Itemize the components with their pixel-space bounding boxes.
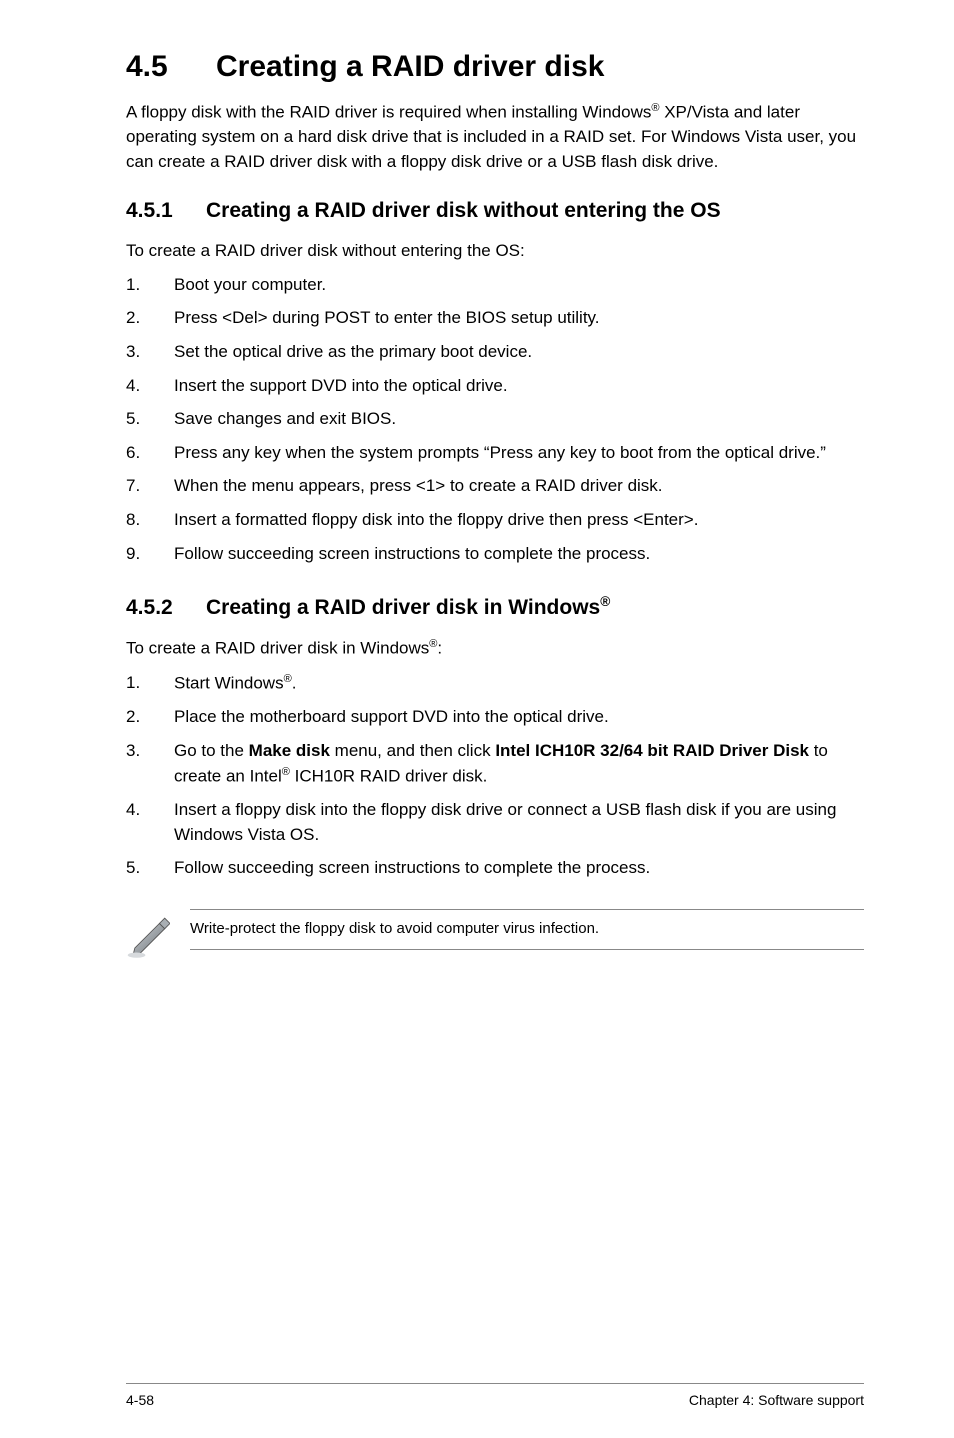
subsection-number: 4.5.1 — [126, 199, 206, 223]
pencil-icon — [126, 909, 170, 959]
intro-paragraph: A floppy disk with the RAID driver is re… — [126, 100, 864, 175]
section-heading: 4.5Creating a RAID driver disk — [126, 50, 864, 84]
lead-post: : — [437, 639, 442, 658]
registered-symbol: ® — [282, 766, 290, 778]
list-text-c: menu, and then click — [330, 741, 495, 760]
section1-list: 1. Boot your computer. 2. Press <Del> duri… — [126, 273, 864, 567]
list-index: 3. — [126, 739, 140, 764]
registered-symbol: ® — [600, 594, 610, 609]
intro-text-1: A floppy disk with the RAID driver is re… — [126, 103, 651, 122]
list-text-f: ICH10R RAID driver disk. — [290, 766, 487, 785]
list-item: 7. When the menu appears, press <1> to cr… — [126, 474, 864, 499]
list-item: 4. Insert the support DVD into the optica… — [126, 374, 864, 399]
list-index: 9. — [126, 542, 140, 567]
list-text: Insert a floppy disk into the floppy dis… — [174, 800, 836, 844]
list-index: 4. — [126, 798, 140, 823]
list-text-a: Go to the — [174, 741, 249, 760]
chapter-label: Chapter 4: Software support — [689, 1392, 864, 1408]
list-text: When the menu appears, press <1> to crea… — [174, 476, 663, 495]
list-text-b: Make disk — [249, 741, 330, 760]
subsection-title-pre: Creating a RAID driver disk in Windows — [206, 596, 600, 619]
list-item: 1. Start Windows®. — [126, 671, 864, 696]
list-text: Press any key when the system prompts “P… — [174, 443, 826, 462]
subsection-heading-1: 4.5.1Creating a RAID driver disk without… — [126, 199, 864, 223]
section2-list: 1. Start Windows®. 2. Place the motherbo… — [126, 671, 864, 881]
list-item: 3. Set the optical drive as the primary b… — [126, 340, 864, 365]
list-text-post: . — [292, 674, 297, 693]
note-text: Write-protect the floppy disk to avoid c… — [190, 909, 864, 950]
list-item: 9. Follow succeeding screen instructions … — [126, 542, 864, 567]
list-index: 5. — [126, 407, 140, 432]
list-index: 1. — [126, 671, 140, 696]
registered-symbol: ® — [284, 673, 292, 685]
note-block: Write-protect the floppy disk to avoid c… — [126, 909, 864, 959]
list-text: Insert the support DVD into the optical … — [174, 376, 508, 395]
list-index: 2. — [126, 705, 140, 730]
subsection-heading-2: 4.5.2Creating a RAID driver disk in Wind… — [126, 594, 864, 620]
list-text: Follow succeeding screen instructions to… — [174, 544, 650, 563]
list-index: 5. — [126, 856, 140, 881]
section2-lead: To create a RAID driver disk in Windows®… — [126, 638, 864, 659]
list-item: 6. Press any key when the system prompts … — [126, 441, 864, 466]
list-text: Boot your computer. — [174, 275, 326, 294]
list-text: Save changes and exit BIOS. — [174, 409, 396, 428]
list-item: 4. Insert a floppy disk into the floppy … — [126, 798, 864, 847]
list-item: 8. Insert a formatted floppy disk into th… — [126, 508, 864, 533]
subsection-title: Creating a RAID driver disk without ente… — [206, 199, 721, 222]
heading-number: 4.5 — [126, 50, 216, 84]
list-text: Place the motherboard support DVD into t… — [174, 707, 609, 726]
list-item: 2. Press <Del> during POST to enter the B… — [126, 306, 864, 331]
list-item: 1. Boot your computer. — [126, 273, 864, 298]
list-text: Set the optical drive as the primary boo… — [174, 342, 532, 361]
list-index: 6. — [126, 441, 140, 466]
list-text: Press <Del> during POST to enter the BIO… — [174, 308, 600, 327]
list-item: 5. Follow succeeding screen instructions… — [126, 856, 864, 881]
section1-lead: To create a RAID driver disk without ent… — [126, 241, 864, 261]
list-text-d: Intel ICH10R 32/64 bit RAID Driver Disk — [495, 741, 809, 760]
list-index: 4. — [126, 374, 140, 399]
list-item: 3. Go to the Make disk menu, and then cl… — [126, 739, 864, 789]
list-index: 1. — [126, 273, 140, 298]
list-text-pre: Start Windows — [174, 674, 284, 693]
list-text: Follow succeeding screen instructions to… — [174, 858, 650, 877]
heading-title: Creating a RAID driver disk — [216, 50, 604, 83]
list-index: 2. — [126, 306, 140, 331]
list-index: 7. — [126, 474, 140, 499]
list-item: 2. Place the motherboard support DVD int… — [126, 705, 864, 730]
list-index: 8. — [126, 508, 140, 533]
list-text: Insert a formatted floppy disk into the … — [174, 510, 698, 529]
lead-pre: To create a RAID driver disk in Windows — [126, 639, 429, 658]
page-number: 4-58 — [126, 1392, 154, 1408]
subsection-number: 4.5.2 — [126, 596, 206, 620]
list-index: 3. — [126, 340, 140, 365]
page-footer: 4-58 Chapter 4: Software support — [126, 1383, 864, 1408]
list-item: 5. Save changes and exit BIOS. — [126, 407, 864, 432]
